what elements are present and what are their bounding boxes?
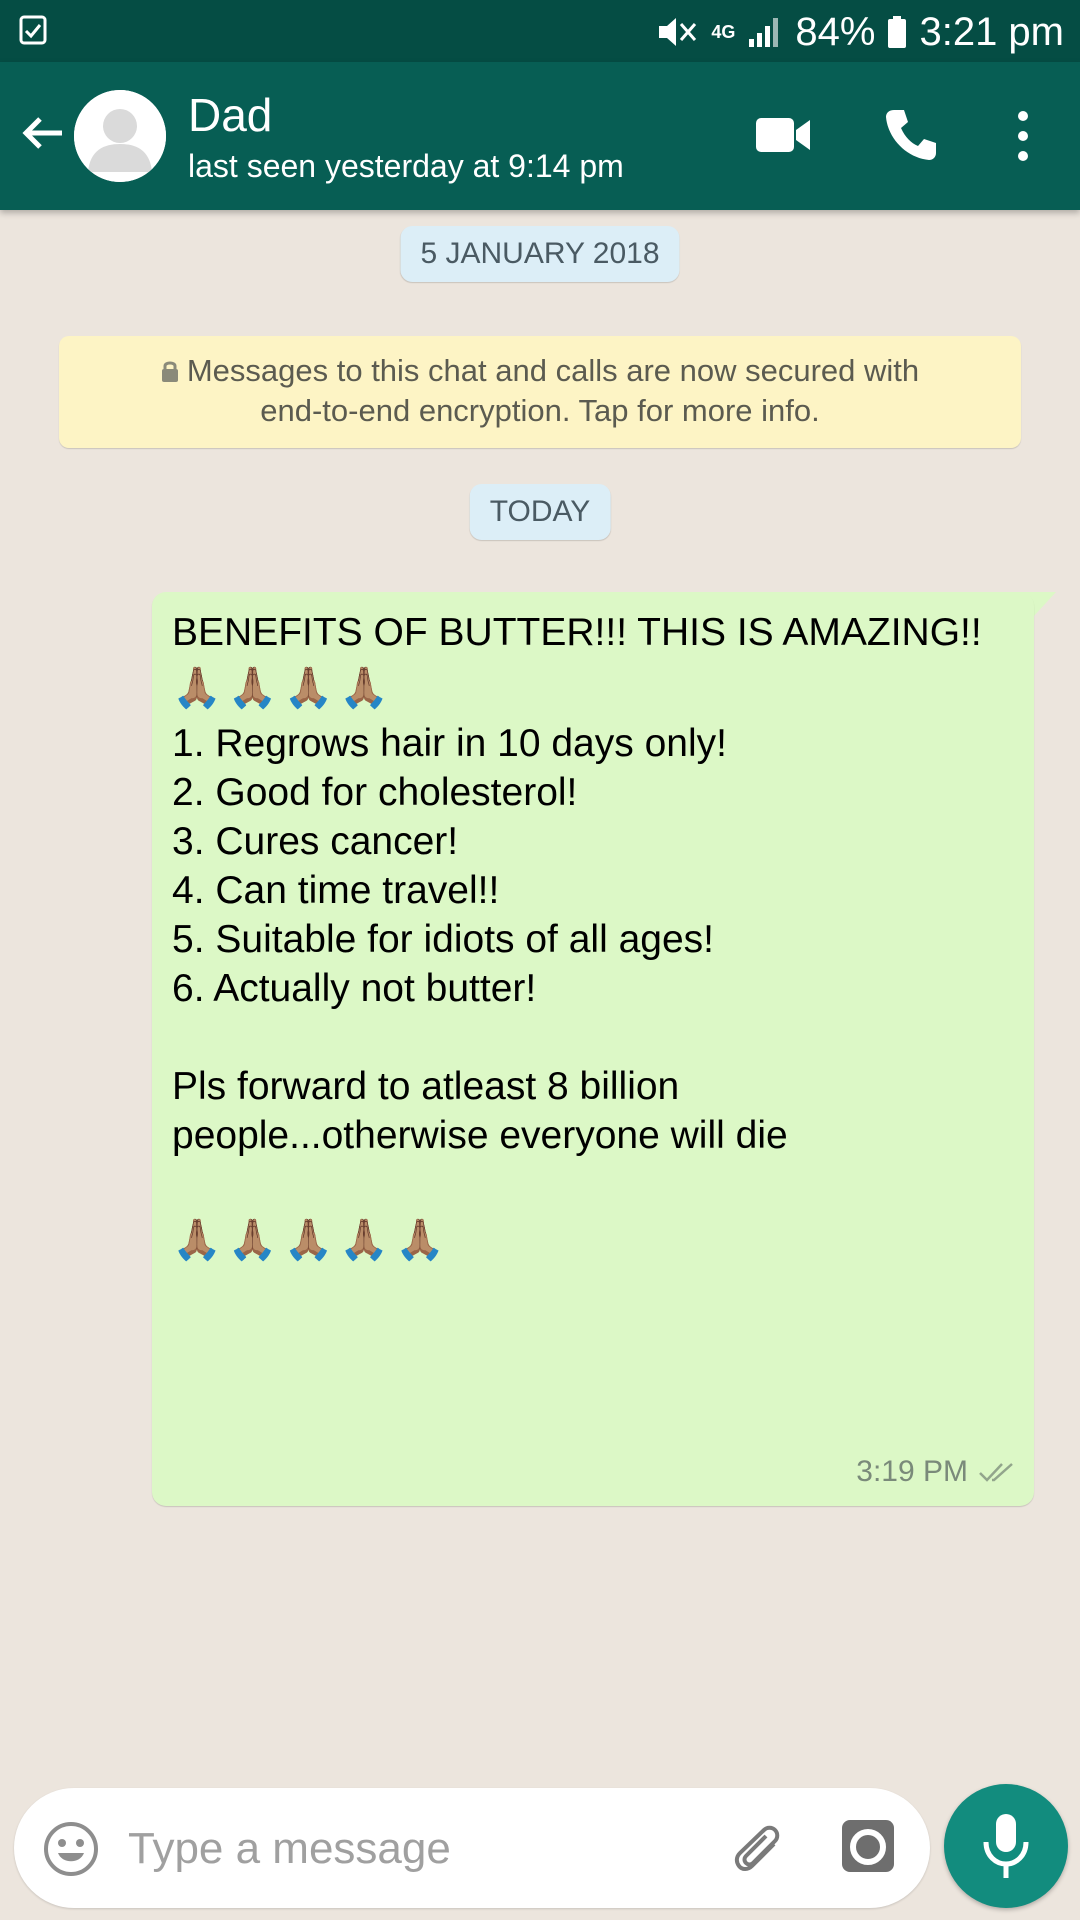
clock: 3:21 pm xyxy=(919,9,1064,54)
task-icon xyxy=(19,15,47,45)
back-arrow-icon[interactable] xyxy=(18,108,68,158)
list-item: 4. Can time travel!! xyxy=(172,869,500,912)
phone-icon[interactable] xyxy=(882,106,938,162)
mic-button[interactable] xyxy=(944,1784,1068,1908)
paperclip-icon[interactable] xyxy=(724,1816,788,1880)
network-type: 4G xyxy=(711,22,736,42)
list-item: 6. Actually not butter! xyxy=(172,967,537,1010)
message-line: Pls forward to atleast 8 billion xyxy=(172,1065,680,1108)
avatar[interactable] xyxy=(74,90,166,182)
camera-icon[interactable] xyxy=(840,1818,896,1874)
list-item: 3. Cures cancer! xyxy=(172,820,459,863)
encryption-text-line1: Messages to this chat and calls are now … xyxy=(186,353,920,388)
today-separator: TODAY xyxy=(469,484,611,540)
contact-name[interactable]: Dad xyxy=(188,88,272,142)
list-item: 1. Regrows hair in 10 days only! xyxy=(172,722,727,765)
mute-vibrate-icon xyxy=(659,18,697,46)
status-bar: 4G 84% 3:21 pm xyxy=(0,0,1080,62)
prayer-emoji-row: 🙏🏽🙏🏽🙏🏽🙏🏽🙏🏽 xyxy=(172,1218,452,1262)
date-separator: 5 JANUARY 2018 xyxy=(400,226,680,282)
emoji-icon[interactable] xyxy=(42,1820,100,1878)
mic-icon xyxy=(983,1814,1029,1878)
message-bubble[interactable]: BENEFITS OF BUTTER!!! THIS IS AMAZING!! … xyxy=(152,592,1034,1506)
battery-icon xyxy=(888,16,907,48)
message-line: people...otherwise everyone will die xyxy=(172,1114,788,1157)
avatar-icon xyxy=(74,90,166,182)
signal-icon xyxy=(749,18,779,47)
lock-icon xyxy=(161,361,178,382)
chat-header: Dad last seen yesterday at 9:14 pm xyxy=(0,62,1080,210)
message-input[interactable] xyxy=(126,1814,690,1884)
more-icon[interactable] xyxy=(1006,106,1040,166)
list-item: 5. Suitable for idiots of all ages! xyxy=(172,918,714,961)
list-item: 2. Good for cholesterol! xyxy=(172,771,578,814)
message-line: BENEFITS OF BUTTER!!! THIS IS AMAZING!! xyxy=(172,611,982,654)
double-check-icon xyxy=(979,1462,1013,1482)
last-seen-status: last seen yesterday at 9:14 pm xyxy=(188,148,624,184)
prayer-emoji-row: 🙏🏽🙏🏽🙏🏽🙏🏽 xyxy=(172,666,396,710)
battery-percent: 84% xyxy=(795,9,876,54)
encryption-notice[interactable]: Messages to this chat and calls are now … xyxy=(59,336,1021,448)
encryption-text-line2: end-to-end encryption. Tap for more info… xyxy=(260,393,820,428)
video-call-icon[interactable] xyxy=(754,112,814,158)
message-meta: 3:19 PM xyxy=(856,1447,1018,1496)
message-time: 3:19 PM xyxy=(856,1455,968,1488)
compose-bar xyxy=(14,1788,930,1908)
